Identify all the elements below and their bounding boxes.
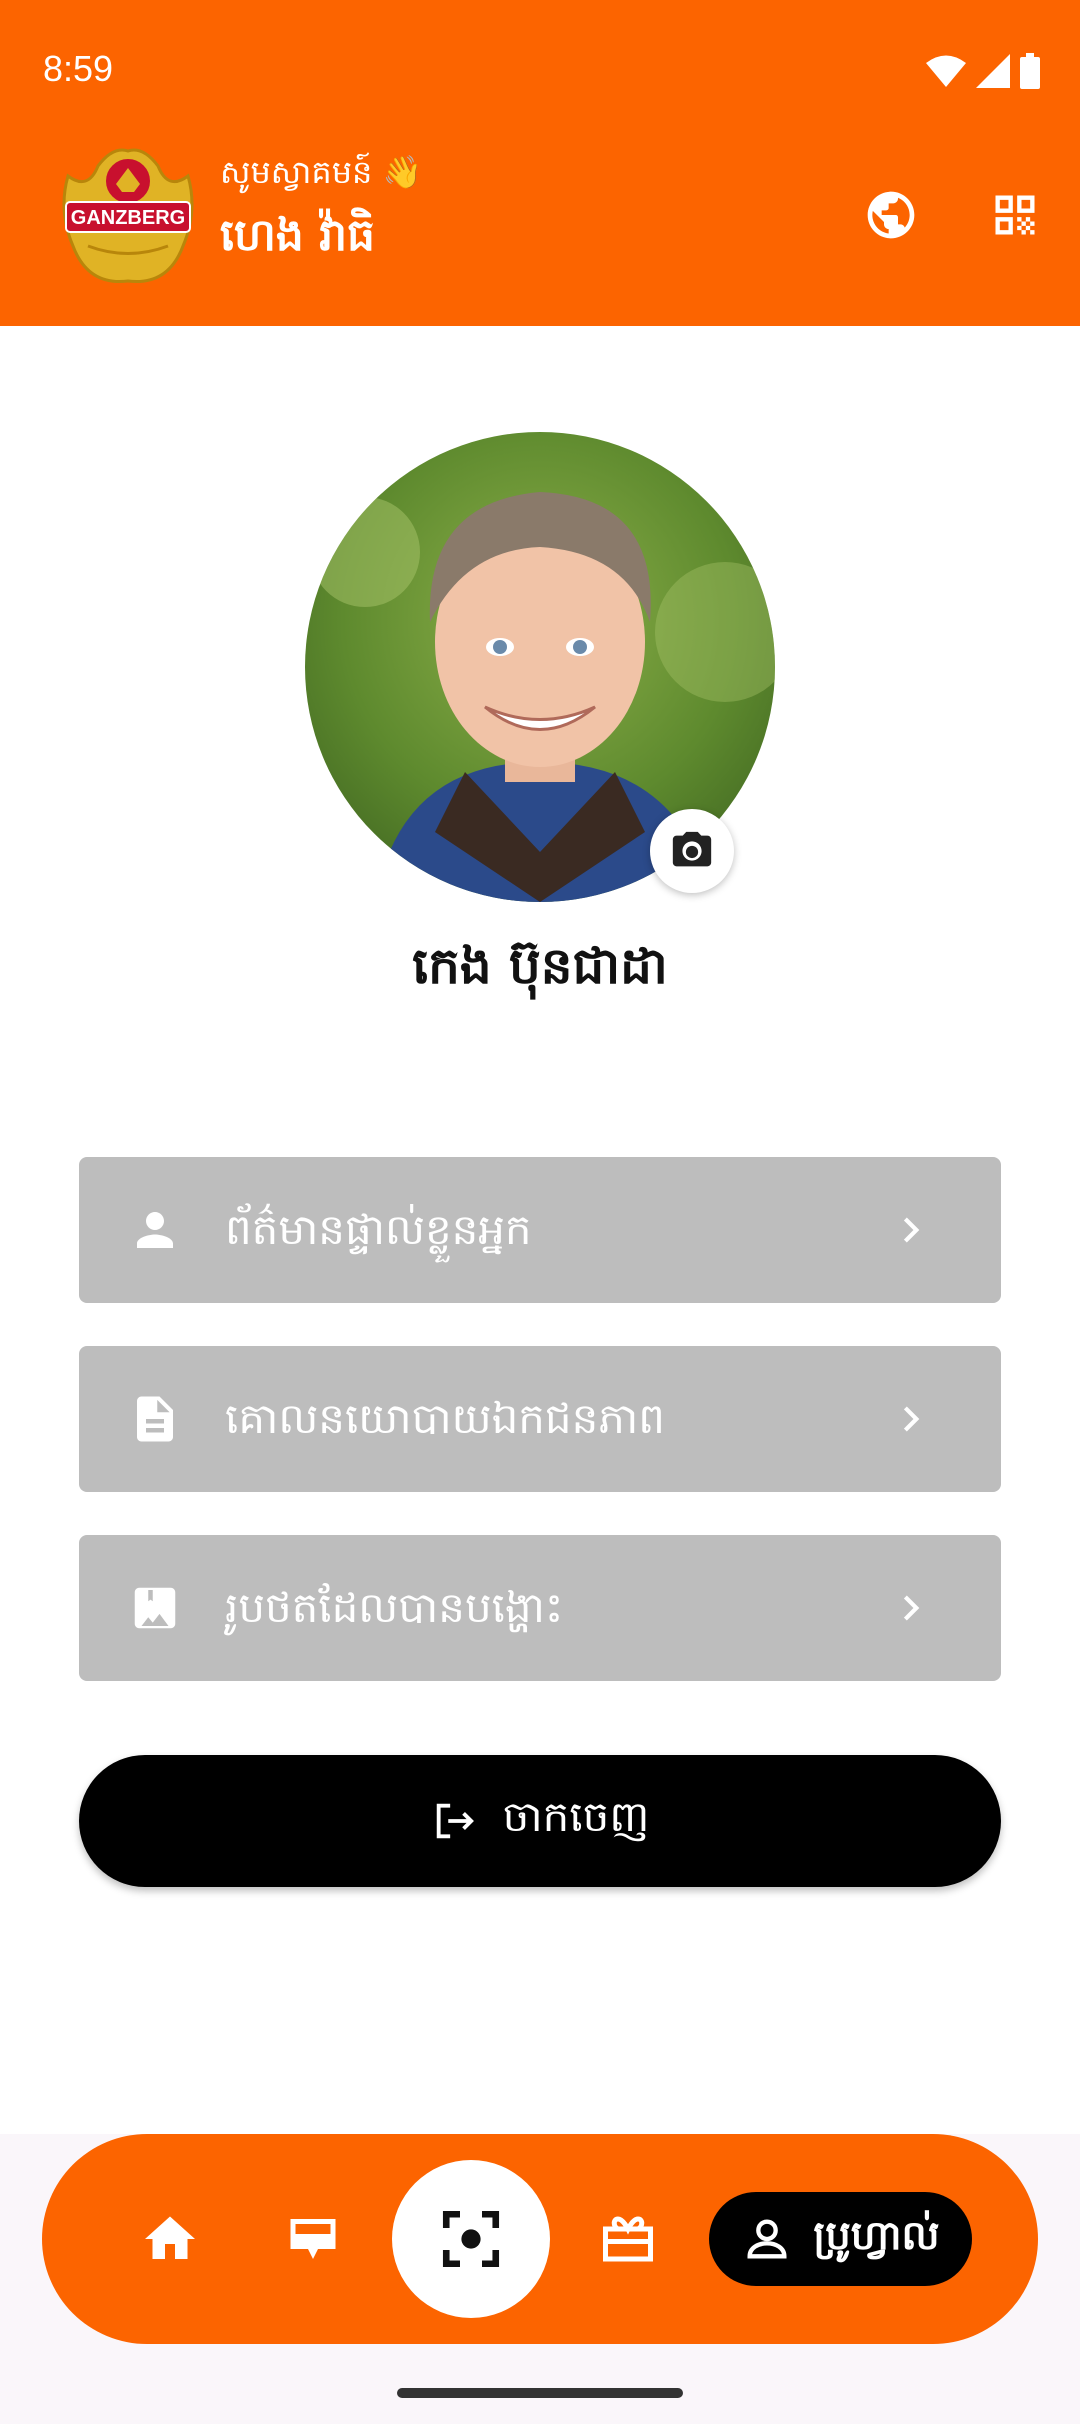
nav-home[interactable]: [134, 2203, 206, 2275]
logout-icon: [436, 1803, 474, 1839]
person-outline-icon: [747, 2219, 787, 2259]
header-user-name: ហេង វ៉ាធិ: [220, 210, 375, 261]
qr-code-button[interactable]: [980, 180, 1050, 250]
ticket-icon: [290, 2219, 336, 2259]
greeting-text: សូមស្វាគមន៍ 👋: [220, 153, 423, 191]
ganzberg-logo: GANZBERG: [58, 136, 198, 286]
menu-personal-info[interactable]: ព័ត៌មានផ្ទាល់ខ្លួនអ្នក: [79, 1157, 1001, 1303]
menu-privacy-policy[interactable]: គោលនយោបាយឯកជនភាព: [79, 1346, 1001, 1492]
scan-icon: [442, 2210, 500, 2268]
camera-icon: [672, 831, 712, 867]
menu-label: គោលនយោបាយឯកជនភាព: [225, 1394, 665, 1443]
language-button[interactable]: [856, 180, 926, 250]
document-icon: [125, 1389, 185, 1449]
chevron-right-icon: [881, 1578, 941, 1638]
globe-icon: [867, 191, 915, 239]
chevron-right-icon: [881, 1389, 941, 1449]
status-bar: 8:59: [0, 0, 1080, 140]
logo-wordmark: GANZBERG: [71, 207, 185, 229]
nav-profile[interactable]: ប្រូហ្វាល់: [709, 2192, 972, 2286]
home-indicator: [397, 2388, 683, 2398]
signal-icon: [976, 54, 1010, 88]
avatar-container: [305, 432, 775, 902]
menu-label: ព័ត៌មានផ្ទាល់ខ្លួនអ្នក: [225, 1205, 532, 1254]
nav-profile-label: ប្រូហ្វាល់: [813, 2212, 940, 2259]
scan-button[interactable]: [392, 2160, 550, 2318]
profile-name: កេង ប៊ុនជាដា: [412, 937, 668, 995]
gift-icon: [603, 2216, 653, 2262]
battery-icon: [1020, 53, 1040, 89]
nav-rewards[interactable]: [592, 2203, 664, 2275]
person-icon: [125, 1200, 185, 1260]
logout-label: ចាកចេញ: [502, 1792, 650, 1841]
nav-vouchers[interactable]: [277, 2203, 349, 2275]
chevron-right-icon: [881, 1200, 941, 1260]
bookmark-image-icon: [125, 1578, 185, 1638]
home-icon: [145, 2216, 195, 2259]
status-time: 8:59: [43, 48, 114, 89]
wifi-icon: [926, 55, 966, 87]
menu-label: រូបថតដែលបានបង្ហោះ: [225, 1583, 564, 1632]
status-icons: [926, 52, 1040, 90]
menu-uploaded-photos[interactable]: រូបថតដែលបានបង្ហោះ: [79, 1535, 1001, 1681]
qr-code-icon: [995, 195, 1035, 235]
change-photo-button[interactable]: [650, 809, 734, 893]
logout-button[interactable]: ចាកចេញ: [79, 1755, 1001, 1887]
